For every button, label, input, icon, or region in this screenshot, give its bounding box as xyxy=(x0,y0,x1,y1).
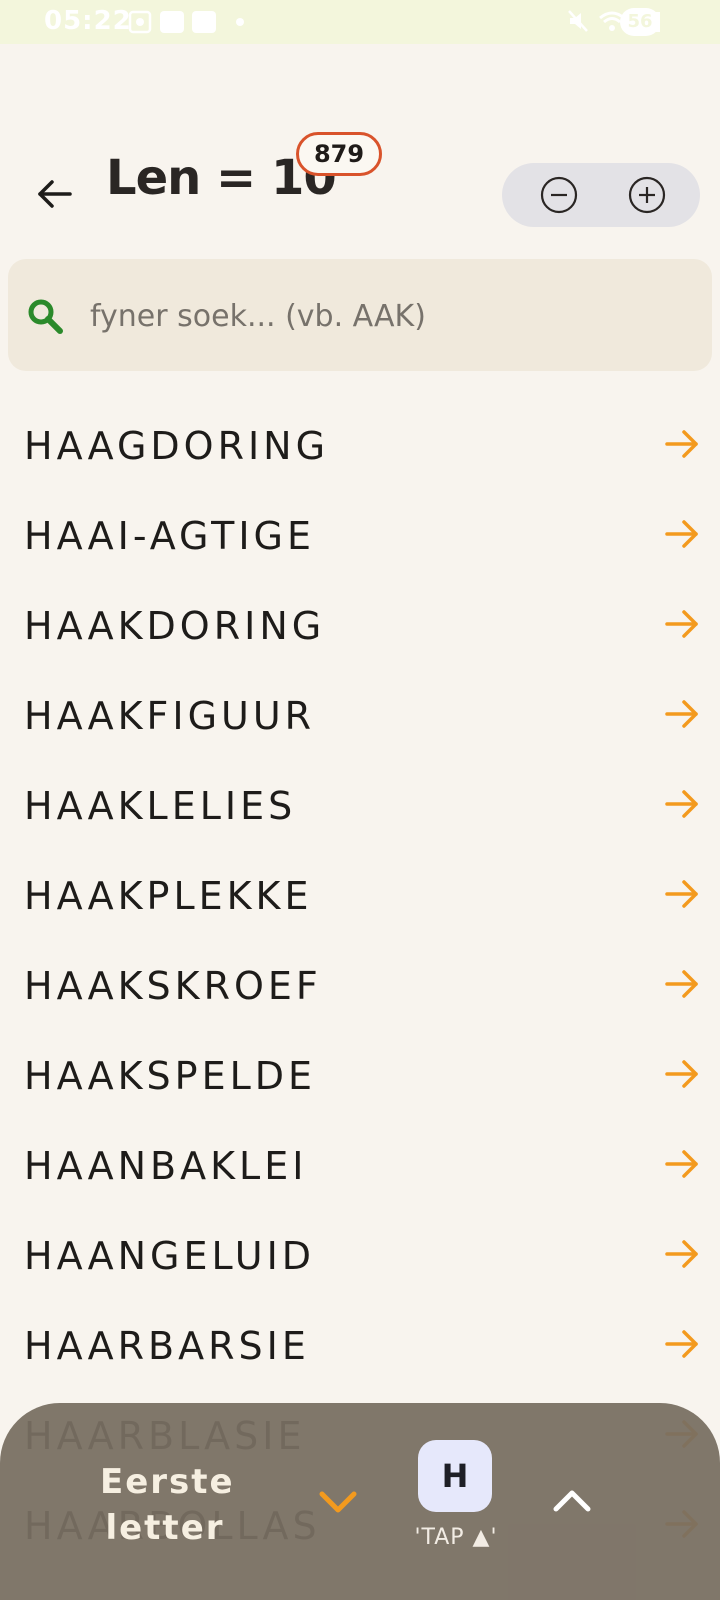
back-button[interactable] xyxy=(30,170,78,218)
arrow-right-icon[interactable] xyxy=(664,1236,700,1272)
youtube-icon xyxy=(192,11,216,33)
word-row[interactable]: HAARBARSIE xyxy=(0,1300,720,1390)
word-label: HAAKSPELDE xyxy=(24,1054,317,1098)
arrow-right-icon[interactable] xyxy=(664,786,700,822)
word-row[interactable]: HAAKFIGUUR xyxy=(0,670,720,760)
word-label: HAAKPLEKKE xyxy=(24,874,313,918)
zoom-in-button[interactable] xyxy=(628,176,666,214)
notification-dot xyxy=(236,18,244,26)
status-time: 05:22 xyxy=(44,6,132,36)
letter-down-button[interactable] xyxy=(316,1488,360,1518)
search-icon xyxy=(28,299,63,334)
zoom-controls xyxy=(502,163,700,227)
word-row[interactable]: HAANBAKLEI xyxy=(0,1120,720,1210)
word-label: HAAKDORING xyxy=(24,604,326,648)
arrow-right-icon[interactable] xyxy=(664,876,700,912)
word-label: HAAKLELIES xyxy=(24,784,297,828)
status-icons-left xyxy=(128,10,244,34)
word-label: HAANGELUID xyxy=(24,1234,316,1278)
word-label: HAARBARSIE xyxy=(24,1324,310,1368)
minus-circle-icon xyxy=(540,176,578,214)
status-bar: 05:22 56 xyxy=(0,0,720,44)
arrow-right-icon[interactable] xyxy=(664,696,700,732)
count-badge: 879 xyxy=(296,132,382,176)
arrow-right-icon[interactable] xyxy=(664,1326,700,1362)
word-label: HAANBAKLEI xyxy=(24,1144,308,1188)
word-label: HAAGDORING xyxy=(24,424,330,468)
first-letter-caption-line1: Eerste xyxy=(100,1462,235,1502)
arrow-right-icon[interactable] xyxy=(664,1056,700,1092)
word-label: HAAKSKROEF xyxy=(24,964,322,1008)
first-letter-caption-line2: letter xyxy=(105,1508,225,1548)
word-row[interactable]: HAAI-AGTIGE xyxy=(0,490,720,580)
word-row[interactable]: HAAKSKROEF xyxy=(0,940,720,1030)
word-row[interactable]: HAAKPLEKKE xyxy=(0,850,720,940)
tap-hint: 'TAP ▲' xyxy=(414,1525,498,1550)
current-letter-chip[interactable]: H xyxy=(418,1440,492,1512)
arrow-right-icon[interactable] xyxy=(664,426,700,462)
arrow-left-icon xyxy=(38,180,72,208)
battery-icon: 56 xyxy=(620,8,660,36)
plus-circle-icon xyxy=(628,176,666,214)
word-row[interactable]: HAAKDORING xyxy=(0,580,720,670)
word-row[interactable]: HAAKSPELDE xyxy=(0,1030,720,1120)
word-list: HAAGDORING HAAI-AGTIGE HAAKDORING HAAKFIGUU… xyxy=(0,400,720,1570)
mute-icon xyxy=(568,10,588,32)
first-letter-bar: Eerste letter H 'TAP ▲' xyxy=(0,1403,720,1600)
chevron-down-icon xyxy=(319,1491,357,1513)
word-row[interactable]: HAAKLELIES xyxy=(0,760,720,850)
arrow-right-icon[interactable] xyxy=(664,606,700,642)
word-label: HAAI-AGTIGE xyxy=(24,514,315,558)
first-letter-caption: Eerste letter xyxy=(100,1459,235,1551)
arrow-right-icon[interactable] xyxy=(664,966,700,1002)
youtube-icon xyxy=(160,11,184,33)
word-row[interactable]: HAAGDORING xyxy=(0,400,720,490)
chevron-up-icon xyxy=(553,1490,591,1512)
letter-up-button[interactable] xyxy=(550,1485,594,1515)
search-bar xyxy=(8,259,712,371)
word-row[interactable]: HAANGELUID xyxy=(0,1210,720,1300)
arrow-right-icon[interactable] xyxy=(664,1146,700,1182)
screenshot-icon xyxy=(128,10,152,34)
arrow-right-icon[interactable] xyxy=(664,516,700,552)
zoom-out-button[interactable] xyxy=(540,176,578,214)
word-label: HAAKFIGUUR xyxy=(24,694,316,738)
search-input[interactable] xyxy=(88,287,672,345)
